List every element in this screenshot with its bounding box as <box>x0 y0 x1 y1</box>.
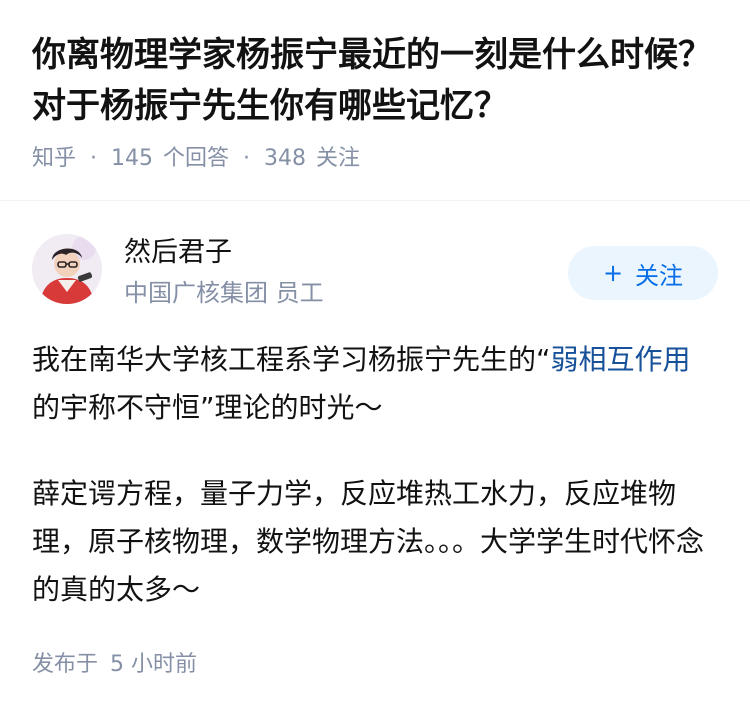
answer-content: 我在南华大学核工程系学习杨振宁先生的“弱相互作用的宇称不守恒”理论的时光～ 薛定… <box>32 336 718 652</box>
published-label: 发布于 <box>32 652 99 677</box>
section-divider <box>0 200 750 201</box>
meta-separator: · <box>90 146 98 171</box>
question-header: 你离物理学家杨振宁最近的一刻是什么时候？对于杨振宁先生你有哪些记忆？ 知乎 · … <box>32 30 722 174</box>
publish-info: 发布于 5 小时前 <box>32 648 197 682</box>
paragraph-text: 我在南华大学核工程系学习杨振宁先生的“ <box>32 343 551 376</box>
question-meta: 知乎 · 145 个回答 · 348 关注 <box>32 144 722 174</box>
meta-separator: · <box>243 146 251 171</box>
paragraph-text: 的宇称不守恒”理论的时光～ <box>32 391 383 424</box>
author-description: 中国广核集团 员工 <box>124 279 324 307</box>
author-name[interactable]: 然后君子 <box>124 234 232 272</box>
followers-count: 348 <box>264 146 307 171</box>
followers-label: 关注 <box>316 146 361 171</box>
user-avatar-icon <box>32 234 102 304</box>
answers-label[interactable]: 个回答 <box>163 144 229 174</box>
question-title[interactable]: 你离物理学家杨振宁最近的一刻是什么时候？对于杨振宁先生你有哪些记忆？ <box>32 30 722 132</box>
follow-button[interactable]: + 关注 <box>568 246 718 300</box>
follow-label: 关注 <box>635 261 684 290</box>
term-link[interactable]: 弱相互作用 <box>551 343 691 376</box>
author-avatar[interactable] <box>32 234 102 304</box>
answers-count: 145 <box>111 146 154 171</box>
source-label[interactable]: 知乎 <box>32 144 76 174</box>
author-card: 然后君子 中国广核集团 员工 + 关注 <box>32 234 718 314</box>
published-time: 5 小时前 <box>110 652 198 677</box>
answer-paragraph: 我在南华大学核工程系学习杨振宁先生的“弱相互作用的宇称不守恒”理论的时光～ <box>32 336 718 432</box>
answer-paragraph: 薛定谔方程，量子力学，反应堆热工水力，反应堆物理，原子核物理，数学物理方法。。。… <box>32 477 705 606</box>
plus-icon: + <box>602 259 624 287</box>
